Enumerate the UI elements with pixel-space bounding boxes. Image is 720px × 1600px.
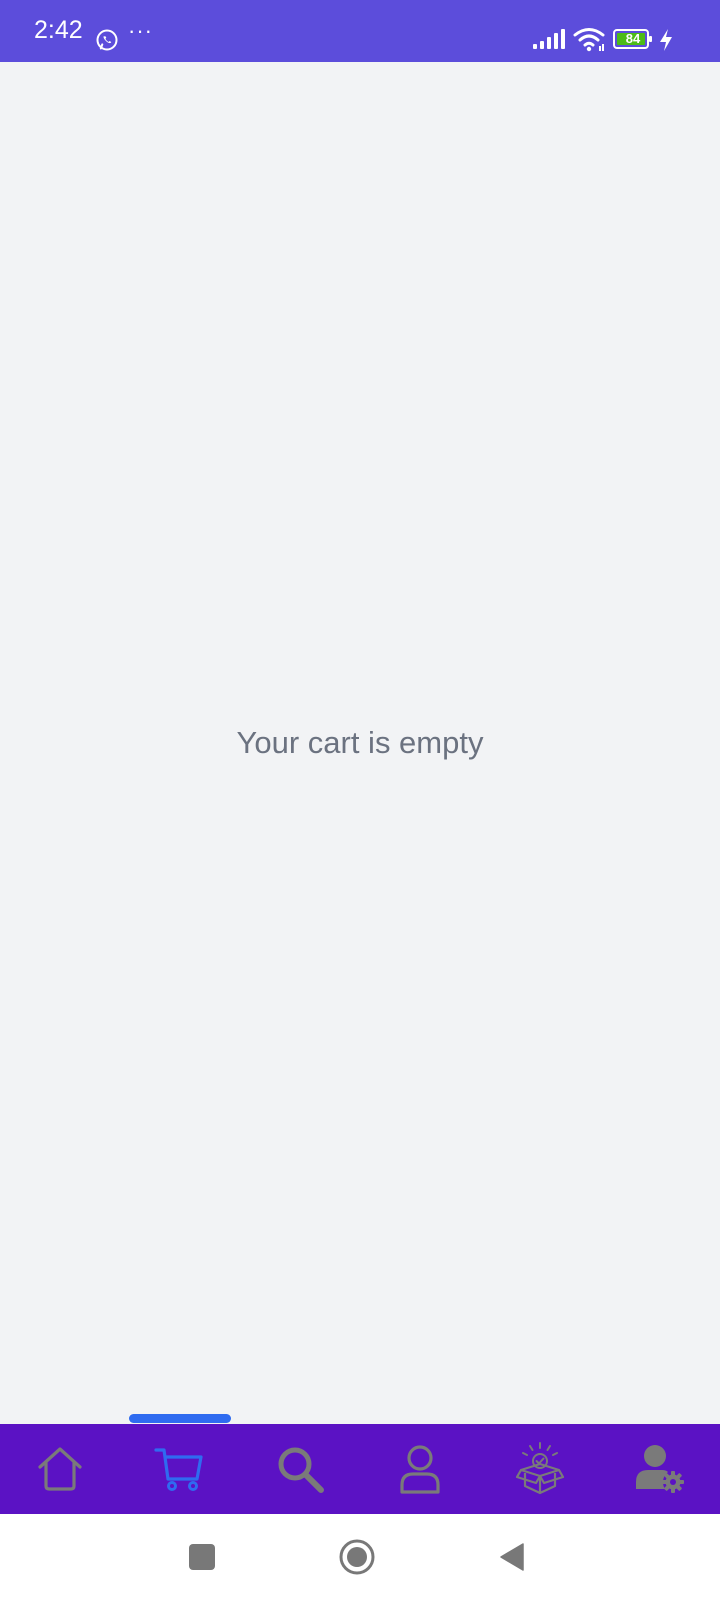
battery-level: 84 xyxy=(625,31,641,46)
signal-icon xyxy=(532,29,566,49)
active-tab-indicator xyxy=(129,1414,231,1423)
more-dots-icon: ··· xyxy=(128,18,153,43)
cart-content: Your cart is empty xyxy=(0,62,720,1424)
nav-profile[interactable] xyxy=(360,1424,480,1514)
user-settings-icon xyxy=(636,1445,684,1493)
charging-icon xyxy=(658,28,674,52)
whatsapp-icon xyxy=(95,28,119,52)
status-bar: 2:42 ··· 84 xyxy=(0,0,720,62)
nav-cart[interactable] xyxy=(120,1424,240,1514)
empty-cart-message: Your cart is empty xyxy=(236,725,484,760)
nav-home[interactable] xyxy=(0,1424,120,1514)
cart-icon xyxy=(154,1448,203,1491)
user-icon xyxy=(400,1445,440,1494)
nav-orders[interactable] xyxy=(480,1424,600,1514)
home-button-icon xyxy=(339,1539,375,1575)
recent-apps-icon xyxy=(189,1544,215,1570)
back-button[interactable] xyxy=(490,1535,534,1579)
status-time: 2:42 xyxy=(34,16,83,44)
recent-apps-button[interactable] xyxy=(180,1535,224,1579)
search-icon xyxy=(278,1447,324,1493)
home-button[interactable] xyxy=(335,1535,379,1579)
box-icon xyxy=(515,1442,565,1495)
wifi-icon xyxy=(573,26,607,52)
nav-account-settings[interactable] xyxy=(600,1424,720,1514)
home-icon xyxy=(38,1447,82,1491)
battery-icon: 84 xyxy=(613,29,653,49)
back-icon xyxy=(500,1543,524,1571)
nav-search[interactable] xyxy=(240,1424,360,1514)
